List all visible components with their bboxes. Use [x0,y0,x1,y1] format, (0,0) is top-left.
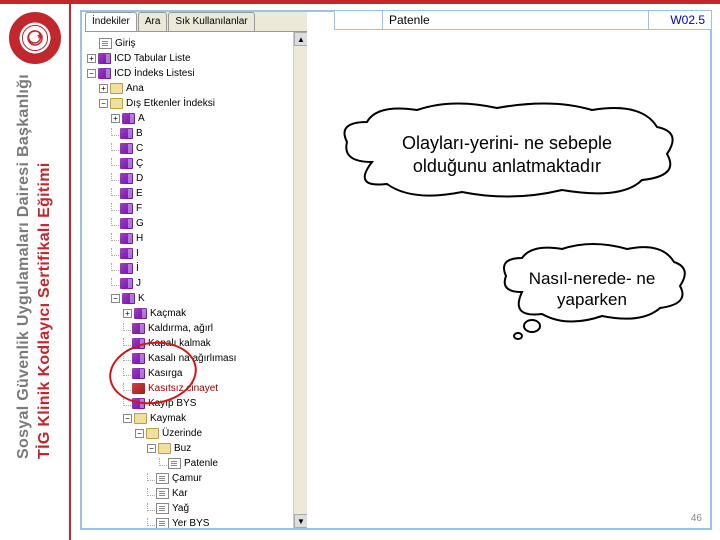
tab-search[interactable]: Ara [138,12,168,31]
tab-favorites[interactable]: Sık Kullanılanlar [168,12,254,31]
content-frame: İndekiler Ara Sık Kullanılanlar Giriş +I… [80,10,712,530]
tree-item[interactable]: Yağ [87,501,305,516]
tab-bar: İndekiler Ara Sık Kullanılanlar [85,12,307,32]
tree-item-buz[interactable]: −Buz [87,441,305,456]
tree-letter[interactable]: Ç [87,156,305,171]
tree-letter[interactable]: +A [87,111,305,126]
page-number: 46 [691,513,702,524]
tree-app-panel: İndekiler Ara Sık Kullanılanlar Giriş +I… [85,12,307,528]
tree-letter[interactable]: H [87,231,305,246]
scroll-down-icon[interactable]: ▼ [294,514,307,528]
banner-line-2: TİG Klinik Kodlayıcı Sertifikalı Eğitimi [36,162,53,459]
tree-view[interactable]: Giriş +ICD Tabular Liste −ICD İndeks Lis… [85,32,307,528]
tree-letter-k[interactable]: −K [87,291,305,306]
tree-item[interactable]: Kasalı na ağırlıması [87,351,305,366]
scroll-up-icon[interactable]: ▲ [294,32,307,46]
speech-bubble-1: Olayları-yerini- ne sebeple olduğunu anl… [332,102,682,202]
bubble2-text: Nasıl-nerede- ne yaparken [512,268,672,311]
collapse-icon: − [87,69,96,78]
result-code[interactable]: W02.5 [649,11,711,29]
tree-item[interactable]: Yer BYS [87,516,305,528]
tree-item[interactable]: +Kaçmak [87,306,305,321]
tree-item-uzerinde[interactable]: −Üzerinde [87,426,305,441]
tree-item[interactable]: Kar [87,486,305,501]
ministry-logo-icon [9,12,61,64]
tree-item-kasitsiz[interactable]: Kasıtsız cinayet [87,381,305,396]
tree-letter[interactable]: D [87,171,305,186]
tree-letter[interactable]: F [87,201,305,216]
tree-letter[interactable]: I [87,246,305,261]
vertical-title: Sosyal Güvenlik Uygulamaları Dairesi Baş… [14,74,56,459]
banner-line-1: Sosyal Güvenlik Uygulamaları Dairesi Baş… [15,74,32,459]
tree-letter[interactable]: G [87,216,305,231]
result-row: Patenle W02.5 [334,10,712,30]
tree-letter[interactable]: B [87,126,305,141]
tree-item-kaymak[interactable]: −Kaymak [87,411,305,426]
tree-item-giris[interactable]: Giriş [87,36,305,51]
result-term: Patenle [383,11,649,29]
tree-scrollbar[interactable]: ▲ ▼ [293,32,307,528]
tree-item-icd-tabular[interactable]: +ICD Tabular Liste [87,51,305,66]
tree-item-dis-etkenler[interactable]: −Dış Etkenler İndeksi [87,96,305,111]
tree-item[interactable]: Kapalı kalmak [87,336,305,351]
red-divider [69,4,71,540]
thought-bubble-2: Nasıl-nerede- ne yaparken [492,242,692,342]
bubble1-text: Olayları-yerini- ne sebeple olduğunu anl… [367,132,647,177]
tree-item[interactable]: Kayıp BYS [87,396,305,411]
left-banner: Sosyal Güvenlik Uygulamaları Dairesi Baş… [0,4,69,540]
tab-contents[interactable]: İndekiler [85,12,137,31]
tree-letter[interactable]: J [87,276,305,291]
tree-letter[interactable]: İ [87,261,305,276]
tree-item[interactable]: Kasırga [87,366,305,381]
tree-item-icd-indeks[interactable]: −ICD İndeks Listesi [87,66,305,81]
tree-letter[interactable]: C [87,141,305,156]
expand-icon: + [87,54,96,63]
result-lead [335,11,383,29]
tree-item-patenle[interactable]: Patenle [87,456,305,471]
tree-item[interactable]: Kaldırma, ağırl [87,321,305,336]
tree-item-ana[interactable]: +Ana [87,81,305,96]
tree-letter[interactable]: E [87,186,305,201]
tree-item[interactable]: Çamur [87,471,305,486]
